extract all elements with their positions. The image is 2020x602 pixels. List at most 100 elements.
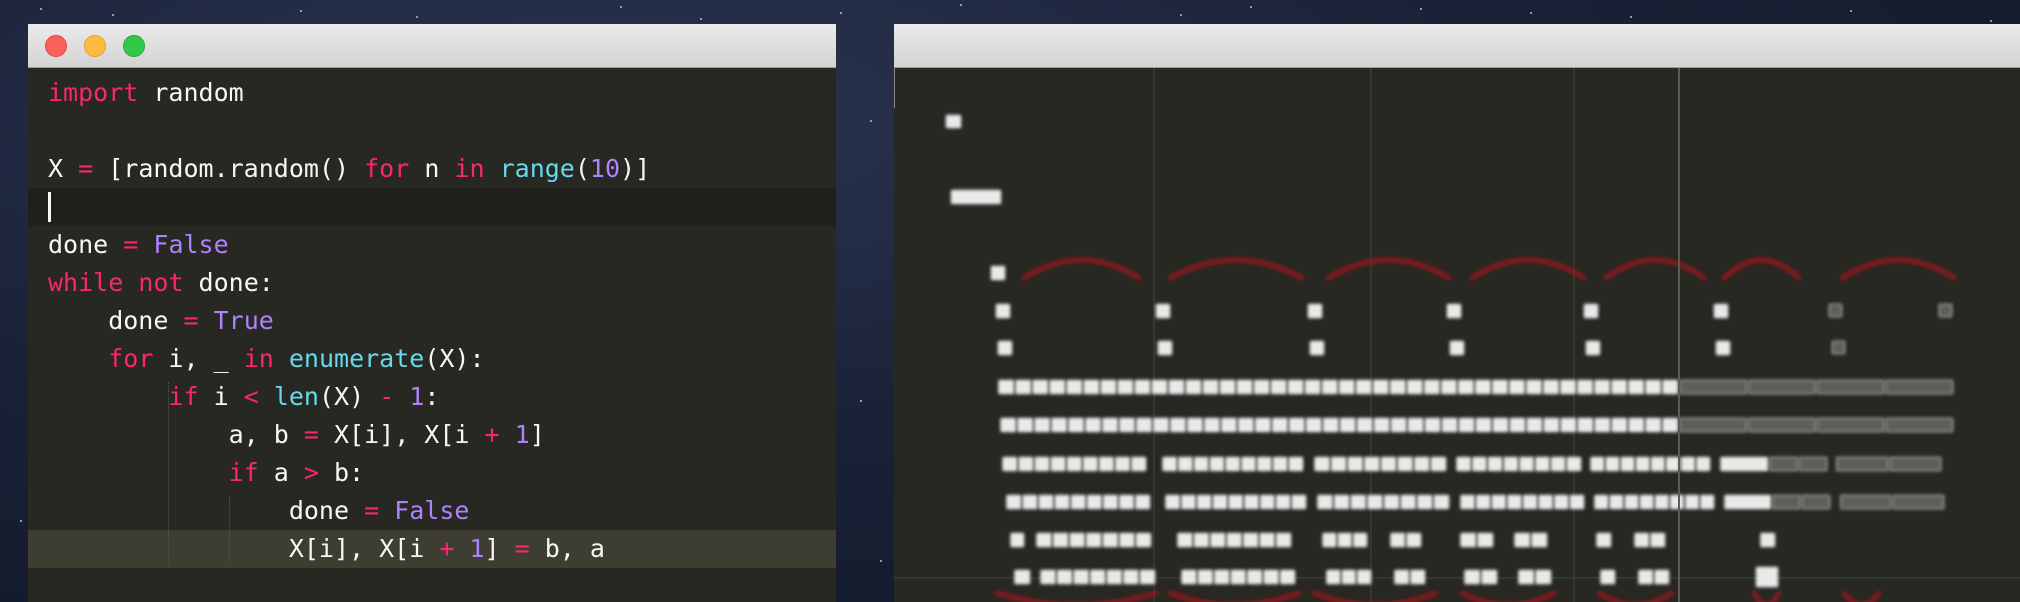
- trace-block: [1168, 379, 1185, 395]
- trace-block: [1275, 494, 1291, 510]
- trace-block: [1069, 532, 1086, 548]
- code-line-1[interactable]: import random: [28, 74, 836, 112]
- trace-block: [1747, 417, 1816, 433]
- code-token: range: [499, 154, 575, 183]
- trace-block: [1049, 379, 1066, 395]
- trace-block: [1760, 532, 1776, 548]
- code-line-2[interactable]: [28, 112, 836, 150]
- minimize-button[interactable]: [84, 35, 106, 57]
- code-token: for: [108, 344, 154, 373]
- trace-block: [1152, 417, 1170, 433]
- trace-block: [1715, 340, 1731, 356]
- code-token: (: [574, 154, 590, 183]
- trace-block: [1583, 303, 1599, 319]
- trace-block: [1341, 569, 1357, 585]
- trace-block: [1203, 417, 1221, 433]
- code-line-8[interactable]: for i, _ in enumerate(X):: [28, 340, 836, 378]
- visualization-window: [894, 24, 2020, 602]
- code-line-10[interactable]: a, b = X[i], X[i + 1]: [28, 416, 836, 454]
- trace-block: [1506, 494, 1522, 510]
- trace-block: [1220, 417, 1238, 433]
- trace-block: [1118, 417, 1136, 433]
- editor-titlebar[interactable]: [28, 24, 836, 68]
- trace-block: [1102, 494, 1119, 510]
- trace-block: [1559, 379, 1577, 395]
- trace-block: [1256, 456, 1272, 472]
- trace-block: [1356, 417, 1373, 433]
- trace-block: [1669, 494, 1685, 510]
- code-line-3[interactable]: X = [random.random() for n in range(10)]: [28, 150, 836, 188]
- trace-block: [1356, 569, 1372, 585]
- trace-block: [1662, 379, 1679, 395]
- star: [1250, 6, 1252, 8]
- trace-block: [1118, 532, 1135, 548]
- trace-block: [1330, 456, 1347, 472]
- trace-block: [1542, 379, 1560, 395]
- swap-arc: [1842, 591, 1881, 602]
- code-token: 1: [469, 534, 485, 563]
- trace-block: [1380, 456, 1397, 472]
- visualization-titlebar[interactable]: [894, 24, 2020, 68]
- indent-guide: [228, 496, 230, 564]
- swap-arc: [1722, 258, 1801, 280]
- code-token: True: [213, 306, 274, 335]
- trace-block: [1460, 532, 1477, 548]
- code-token: done: [48, 230, 124, 259]
- close-button[interactable]: [45, 35, 67, 57]
- trace-block: [1397, 456, 1414, 472]
- trace-block: [1038, 494, 1054, 510]
- trace-block: [1487, 456, 1503, 472]
- trace-block: [1798, 456, 1828, 472]
- code-token: :: [424, 382, 440, 411]
- trace-block: [1279, 569, 1296, 585]
- trace-block: [1101, 417, 1119, 433]
- trace-block: [1475, 494, 1491, 510]
- swap-arc: [1168, 591, 1301, 602]
- trace-block: [997, 340, 1013, 356]
- zoom-button[interactable]: [123, 35, 145, 57]
- code-editor[interactable]: import random X = [random.random() for n …: [28, 68, 836, 602]
- star: [1850, 10, 1852, 12]
- trace-block: [1186, 417, 1204, 433]
- code-line-5[interactable]: done = False: [28, 226, 836, 264]
- code-token: )]: [620, 154, 651, 183]
- code-line-12[interactable]: done = False: [28, 492, 836, 530]
- trace-block: [1724, 494, 1772, 510]
- trace-block: [1082, 456, 1099, 472]
- trace-block: [1018, 456, 1034, 472]
- swap-arc: [1168, 258, 1304, 280]
- swap-arc: [994, 591, 1158, 602]
- code-line-13[interactable]: X[i], X[i + 1] = b, a: [28, 530, 836, 568]
- trace-block: [1634, 532, 1650, 548]
- trace-block: [1828, 303, 1843, 318]
- code-token: done:: [183, 268, 274, 297]
- trace-block: [1892, 494, 1945, 510]
- code-token: a, b: [48, 420, 304, 449]
- trace-block: [1611, 379, 1628, 395]
- trace-block: [1680, 456, 1696, 472]
- trace-block: [1938, 303, 1953, 318]
- trace-block: [1243, 494, 1260, 510]
- code-line-9[interactable]: if i < len(X) - 1:: [28, 378, 836, 416]
- code-token: in: [454, 154, 485, 183]
- trace-block: [1259, 532, 1275, 548]
- swap-arc: [1326, 258, 1451, 280]
- swap-arc: [1470, 258, 1586, 280]
- code-line-6[interactable]: while not done:: [28, 264, 836, 302]
- trace-block: [1322, 417, 1339, 433]
- code-line-11[interactable]: if a > b:: [28, 454, 836, 492]
- trace-block: [1518, 569, 1535, 585]
- trace-block: [1355, 379, 1372, 395]
- trace-block: [1526, 417, 1543, 433]
- trace-block: [1662, 417, 1679, 433]
- code-line-7[interactable]: done = True: [28, 302, 836, 340]
- star: [860, 400, 862, 402]
- code-token: +: [439, 534, 455, 563]
- code-line-4[interactable]: [28, 188, 836, 226]
- star: [1420, 8, 1422, 10]
- code-token: =: [514, 534, 530, 563]
